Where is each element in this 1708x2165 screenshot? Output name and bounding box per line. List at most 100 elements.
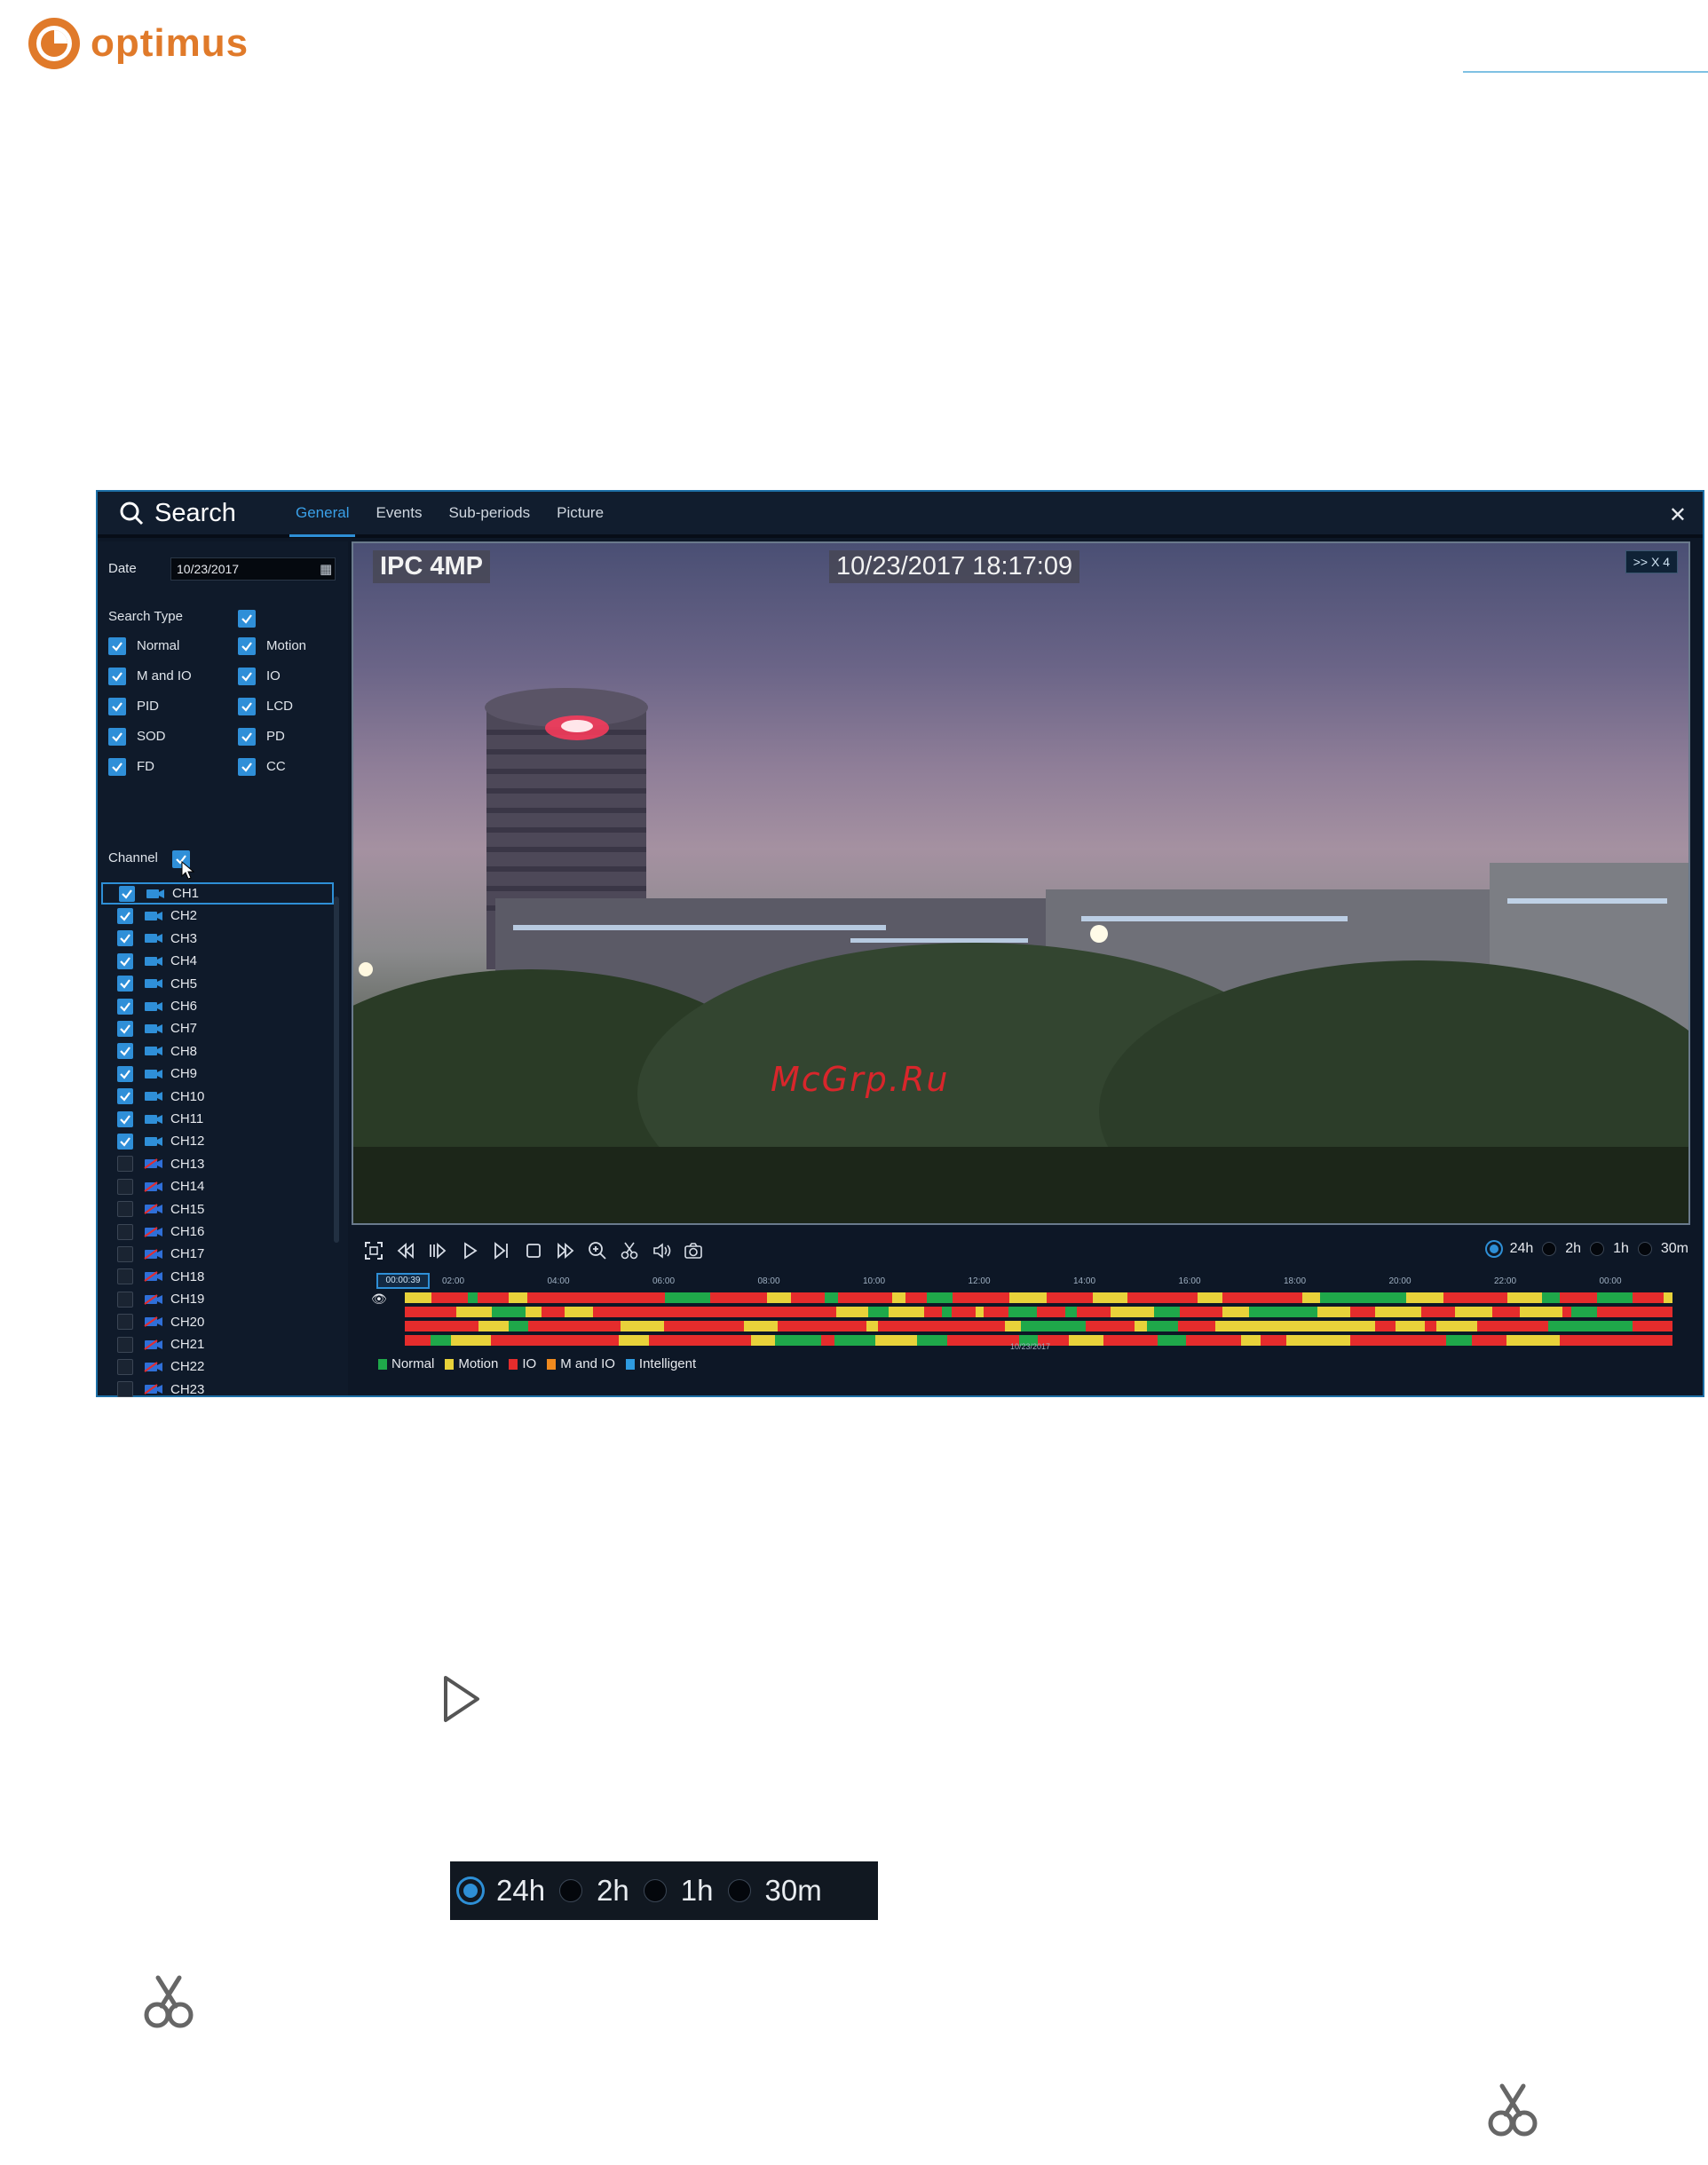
channel-checkbox[interactable] <box>117 1088 133 1105</box>
channel-checkbox[interactable] <box>117 1223 133 1240</box>
legend-item: M and IO <box>547 1356 615 1371</box>
channel-item[interactable]: CH17 <box>101 1243 334 1265</box>
channel-checkbox[interactable] <box>117 930 133 947</box>
channel-item[interactable]: CH18 <box>101 1266 334 1288</box>
camera-icon <box>144 1226 162 1237</box>
step-forward-icon[interactable] <box>490 1239 513 1262</box>
channel-checkbox[interactable] <box>117 1156 133 1173</box>
rewind-icon[interactable] <box>394 1239 417 1262</box>
channel-checkbox[interactable] <box>117 1043 133 1060</box>
channel-item[interactable]: CH10 <box>101 1086 334 1108</box>
search-type-checkbox[interactable] <box>238 728 256 746</box>
fast-forward-icon[interactable] <box>554 1239 577 1262</box>
recording-segment <box>1329 1321 1375 1331</box>
tab-general[interactable]: General <box>282 492 362 537</box>
play-icon[interactable] <box>458 1239 481 1262</box>
channel-item[interactable]: CH1 <box>101 882 334 905</box>
tab-picture[interactable]: Picture <box>543 492 617 534</box>
recording-segment <box>1443 1292 1473 1303</box>
stop-icon[interactable] <box>522 1239 545 1262</box>
channel-item[interactable]: CH3 <box>101 928 334 950</box>
zoom-option-radio[interactable] <box>1590 1242 1605 1256</box>
recording-segment <box>1111 1307 1154 1317</box>
timeline[interactable]: 02:00 04:00 06:00 08:00 10:00 12:00 14:00 16:00… <box>353 1273 1696 1397</box>
channel-checkbox[interactable] <box>117 1110 133 1127</box>
channel-checkbox[interactable] <box>117 907 133 924</box>
zoom-option-radio[interactable] <box>1542 1242 1557 1256</box>
zoom-option-radio[interactable] <box>1637 1242 1652 1256</box>
zoom-strip-option-radio[interactable] <box>727 1879 751 1902</box>
search-type-checkbox[interactable] <box>238 698 256 715</box>
channel-item[interactable]: CH12 <box>101 1130 334 1152</box>
snapshot-camera-icon[interactable] <box>682 1239 705 1262</box>
channel-item[interactable]: CH9 <box>101 1063 334 1085</box>
channel-checkbox[interactable] <box>117 1268 133 1285</box>
channel-checkbox[interactable] <box>117 1020 133 1037</box>
zoom-strip-option-radio[interactable] <box>459 1879 482 1902</box>
channel-checkbox[interactable] <box>117 976 133 992</box>
channel-checkbox[interactable] <box>117 1245 133 1262</box>
calendar-icon[interactable]: ▦ <box>320 561 332 577</box>
channel-item[interactable]: CH23 <box>101 1379 334 1401</box>
recording-segment <box>1173 1292 1198 1303</box>
channel-checkbox[interactable] <box>119 885 135 902</box>
search-type-checkbox[interactable] <box>238 637 256 655</box>
channel-checkbox[interactable] <box>117 1381 133 1398</box>
search-type-checkbox[interactable] <box>108 758 126 776</box>
camera-icon <box>144 1384 162 1395</box>
channel-checkbox[interactable] <box>117 1336 133 1353</box>
channel-item[interactable]: CH5 <box>101 973 334 995</box>
audio-icon[interactable] <box>650 1239 673 1262</box>
channel-item[interactable]: CH19 <box>101 1288 334 1310</box>
timeline-cursor[interactable]: 00:00:39 <box>376 1273 430 1289</box>
search-type-checkbox[interactable] <box>108 637 126 655</box>
fullscreen-icon[interactable] <box>362 1239 385 1262</box>
channel-item[interactable]: CH21 <box>101 1333 334 1355</box>
channel-checkbox[interactable] <box>117 1178 133 1195</box>
video-player[interactable]: IPC 4MP 10/23/2017 18:17:09 >> X 4 McGrp… <box>352 541 1690 1225</box>
channel-item[interactable]: CH15 <box>101 1198 334 1221</box>
channel-item[interactable]: CH8 <box>101 1040 334 1063</box>
channel-scrollbar[interactable] <box>334 897 339 1243</box>
channel-item[interactable]: CH24 <box>101 1401 334 1403</box>
tab-sub-periods[interactable]: Sub-periods <box>435 492 543 534</box>
channel-checkbox[interactable] <box>117 952 133 969</box>
tab-events[interactable]: Events <box>362 492 435 534</box>
search-type-checkbox[interactable] <box>238 668 256 685</box>
timeline-tick: 18:00 <box>1284 1276 1307 1286</box>
search-type-all-checkbox[interactable] <box>238 610 256 628</box>
channel-item[interactable]: CH6 <box>101 995 334 1017</box>
search-type-checkbox[interactable] <box>108 668 126 685</box>
zoom-strip-option-radio[interactable] <box>559 1879 583 1902</box>
date-field[interactable]: 10/23/2017 <box>170 557 336 581</box>
channel-item[interactable]: CH14 <box>101 1175 334 1197</box>
channel-item[interactable]: CH20 <box>101 1311 334 1333</box>
search-type-checkbox[interactable] <box>108 698 126 715</box>
channel-item[interactable]: CH16 <box>101 1221 334 1243</box>
zoom-strip-option-radio[interactable] <box>643 1879 667 1902</box>
search-type-checkbox[interactable] <box>108 728 126 746</box>
channel-checkbox[interactable] <box>117 1314 133 1331</box>
channel-item[interactable]: CH7 <box>101 1017 334 1039</box>
channel-item[interactable]: CH13 <box>101 1153 334 1175</box>
channel-item[interactable]: CH11 <box>101 1108 334 1130</box>
zoom-option-radio[interactable] <box>1486 1242 1501 1256</box>
channel-checkbox[interactable] <box>117 1133 133 1150</box>
channel-checkbox[interactable] <box>117 1291 133 1308</box>
search-type-checkbox[interactable] <box>238 758 256 776</box>
check-icon <box>120 934 130 944</box>
clip-scissors-icon[interactable] <box>618 1239 641 1262</box>
zoom-in-icon[interactable] <box>586 1239 609 1262</box>
channel-checkbox[interactable] <box>117 1358 133 1375</box>
channel-checkbox[interactable] <box>117 998 133 1015</box>
channel-checkbox[interactable] <box>117 1065 133 1082</box>
recording-segment <box>431 1292 443 1303</box>
eye-icon[interactable]: 👁 <box>371 1292 387 1307</box>
slow-play-icon[interactable] <box>426 1239 449 1262</box>
channel-item[interactable]: CH4 <box>101 950 334 972</box>
channel-item[interactable]: CH22 <box>101 1355 334 1378</box>
channel-checkbox[interactable] <box>117 1201 133 1218</box>
channel-item[interactable]: CH2 <box>101 905 334 927</box>
legend-label: Normal <box>391 1356 435 1371</box>
close-icon[interactable]: ✕ <box>1669 502 1687 528</box>
